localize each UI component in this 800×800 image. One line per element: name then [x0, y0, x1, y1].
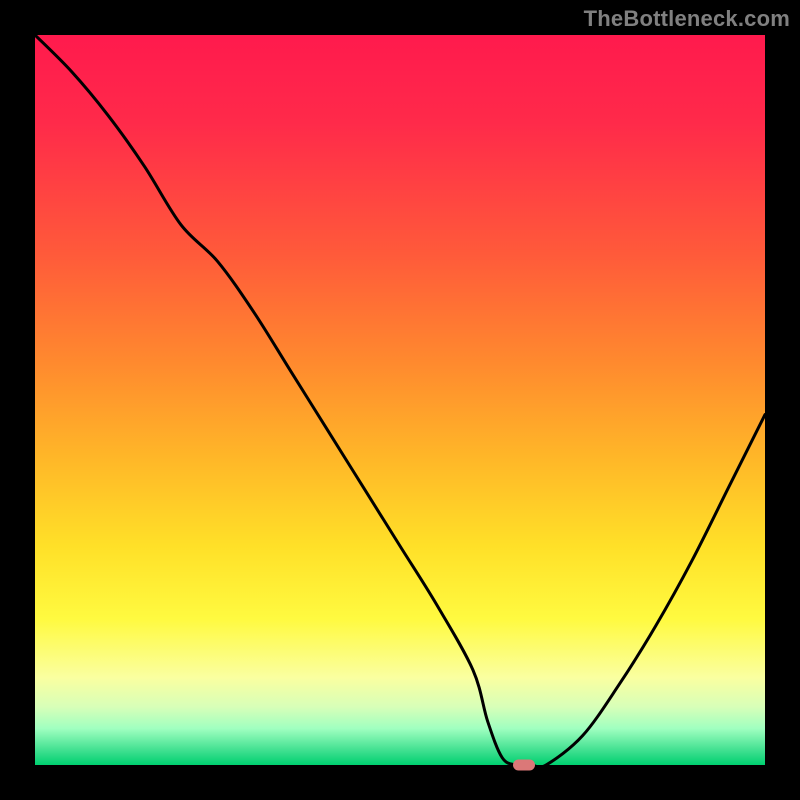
- watermark-text: TheBottleneck.com: [584, 6, 790, 32]
- bottleneck-curve: [35, 35, 765, 765]
- plot-area: [35, 35, 765, 765]
- chart-stage: TheBottleneck.com: [0, 0, 800, 800]
- curve-svg: [35, 35, 765, 765]
- minimum-marker: [513, 760, 535, 771]
